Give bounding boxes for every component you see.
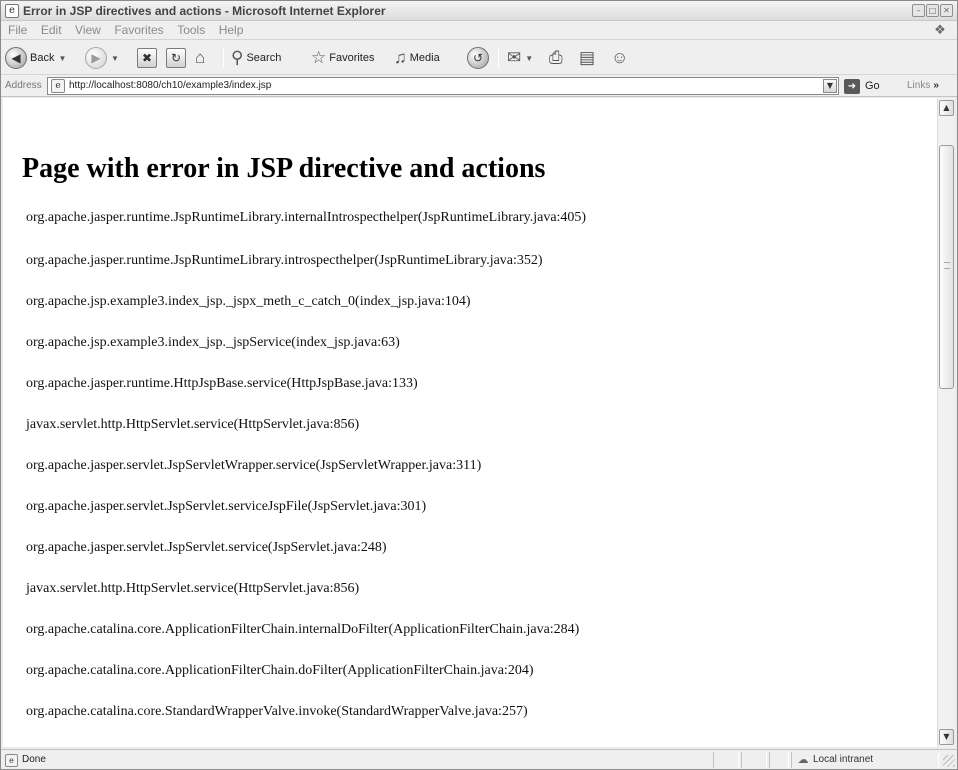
stop-icon: ✖ xyxy=(137,48,157,68)
media-label: Media xyxy=(409,52,440,64)
close-button[interactable]: ✕ xyxy=(940,4,953,17)
back-arrow-icon: ◀ xyxy=(5,47,27,69)
favorites-button[interactable]: ☆ Favorites xyxy=(311,46,375,70)
star-icon: ☆ xyxy=(311,48,327,67)
resize-grip-icon[interactable] xyxy=(943,755,955,767)
scroll-thumb[interactable] xyxy=(939,145,954,389)
menu-edit[interactable]: Edit xyxy=(36,21,67,37)
home-button[interactable]: ⌂ xyxy=(195,46,205,70)
menu-bar: File Edit View Favorites Tools Help ❖ xyxy=(1,21,957,40)
edit-page-icon: ▤ xyxy=(579,48,596,67)
go-button[interactable]: ➜ Go xyxy=(844,78,880,94)
stack-trace-line: org.apache.jasper.servlet.JspServlet.ser… xyxy=(26,499,427,514)
search-label: Search xyxy=(246,52,282,64)
stack-trace-line: org.apache.jasper.servlet.JspServletWrap… xyxy=(26,458,482,473)
maximize-button[interactable]: □ xyxy=(926,4,939,17)
stack-trace-line: javax.servlet.http.HttpServlet.service(H… xyxy=(26,581,360,596)
forward-arrow-icon: ▶ xyxy=(85,47,107,69)
edit-button[interactable]: ▤ xyxy=(579,46,595,70)
status-panel xyxy=(741,752,767,768)
history-icon: ↺ xyxy=(467,47,489,69)
home-icon: ⌂ xyxy=(195,48,206,67)
local-intranet-icon: ☁ xyxy=(797,753,809,766)
address-label: Address xyxy=(5,80,42,91)
status-text: Done xyxy=(22,754,46,765)
address-dropdown-icon[interactable]: ▼ xyxy=(823,79,837,93)
toolbar-separator xyxy=(223,48,224,68)
status-panel xyxy=(769,752,789,768)
standard-toolbar: ◀ Back ▼ ▶ ▼ ✖ ↻ ⌂ ⚲ Search ☆ Favorites … xyxy=(1,40,957,75)
stop-button[interactable]: ✖ xyxy=(137,46,157,70)
status-panel xyxy=(713,752,739,768)
refresh-button[interactable]: ↻ xyxy=(166,46,186,70)
page-icon: e xyxy=(51,79,65,93)
browser-window: e Error in JSP directives and actions - … xyxy=(0,0,958,770)
address-bar: Address e http://localhost:8080/ch10/exa… xyxy=(1,75,957,97)
stack-trace-line: org.apache.jsp.example3.index_jsp._jspx_… xyxy=(26,294,471,309)
title-bar[interactable]: e Error in JSP directives and actions - … xyxy=(1,1,957,21)
menu-file[interactable]: File xyxy=(3,21,32,37)
refresh-icon: ↻ xyxy=(166,48,186,68)
search-button[interactable]: ⚲ Search xyxy=(231,46,281,70)
mail-icon: ✉ xyxy=(507,48,522,67)
back-label: Back xyxy=(30,52,55,64)
stack-trace-line: org.apache.catalina.core.ApplicationFilt… xyxy=(26,663,534,678)
media-button[interactable]: ♫ Media xyxy=(394,46,440,70)
forward-button[interactable]: ▶ ▼ xyxy=(85,46,119,70)
vertical-scrollbar[interactable]: ▲ ▼ xyxy=(937,98,954,747)
stack-trace-line: org.apache.jasper.runtime.JspRuntimeLibr… xyxy=(26,210,587,225)
toolbar-separator xyxy=(498,48,499,68)
back-button[interactable]: ◀ Back ▼ xyxy=(5,46,66,70)
back-dropdown-icon[interactable]: ▼ xyxy=(58,54,66,63)
windows-flag-icon: ❖ xyxy=(934,23,946,38)
scroll-grip-icon xyxy=(944,262,950,269)
menu-help[interactable]: Help xyxy=(214,21,249,37)
stack-trace-line: org.apache.jasper.servlet.JspServlet.ser… xyxy=(26,540,387,555)
forward-dropdown-icon[interactable]: ▼ xyxy=(111,54,119,63)
stack-trace-line: javax.servlet.http.HttpServlet.service(H… xyxy=(26,417,360,432)
menu-view[interactable]: View xyxy=(70,21,106,37)
links-label: Links xyxy=(907,80,931,91)
messenger-icon: ☺ xyxy=(611,48,629,67)
links-chevron-icon: » xyxy=(933,80,939,91)
window-controls: – □ ✕ xyxy=(912,4,953,17)
mail-dropdown-icon[interactable]: ▼ xyxy=(525,54,533,63)
stack-trace-line: org.apache.catalina.core.ApplicationFilt… xyxy=(26,622,580,637)
stack-trace-line: org.apache.jasper.runtime.JspRuntimeLibr… xyxy=(26,253,543,268)
messenger-button[interactable]: ☺ xyxy=(611,46,628,70)
page-done-icon: e xyxy=(5,754,18,767)
minimize-button[interactable]: – xyxy=(912,4,925,17)
ie-page-icon: e xyxy=(5,4,19,18)
print-button[interactable]: ⎙ xyxy=(549,46,563,70)
go-arrow-icon: ➜ xyxy=(844,78,860,94)
go-label: Go xyxy=(865,80,880,92)
stack-trace-line: org.apache.catalina.core.StandardWrapper… xyxy=(26,704,528,719)
page-content: Page with error in JSP directive and act… xyxy=(3,98,937,747)
links-button[interactable]: Links» xyxy=(907,80,939,91)
zone-text: Local intranet xyxy=(813,754,874,765)
address-url[interactable]: http://localhost:8080/ch10/example3/inde… xyxy=(69,80,271,91)
status-bar: e Done ☁ Local intranet xyxy=(1,749,957,769)
scroll-up-button[interactable]: ▲ xyxy=(939,100,954,116)
scroll-down-button[interactable]: ▼ xyxy=(939,729,954,745)
stack-trace-line: org.apache.jsp.example3.index_jsp._jspSe… xyxy=(26,335,400,350)
printer-icon: ⎙ xyxy=(549,48,563,67)
window-title: Error in JSP directives and actions - Mi… xyxy=(23,4,386,18)
stack-trace-line: org.apache.jasper.runtime.HttpJspBase.se… xyxy=(26,376,418,391)
address-input[interactable]: e http://localhost:8080/ch10/example3/in… xyxy=(47,77,839,95)
history-button[interactable]: ↺ xyxy=(467,46,489,70)
menu-tools[interactable]: Tools xyxy=(172,21,210,37)
search-icon: ⚲ xyxy=(231,48,244,67)
mail-button[interactable]: ✉ ▼ xyxy=(507,46,533,70)
page-heading: Page with error in JSP directive and act… xyxy=(22,153,546,184)
media-icon: ♫ xyxy=(394,48,407,67)
menu-favorites[interactable]: Favorites xyxy=(109,21,168,37)
favorites-label: Favorites xyxy=(329,52,375,64)
